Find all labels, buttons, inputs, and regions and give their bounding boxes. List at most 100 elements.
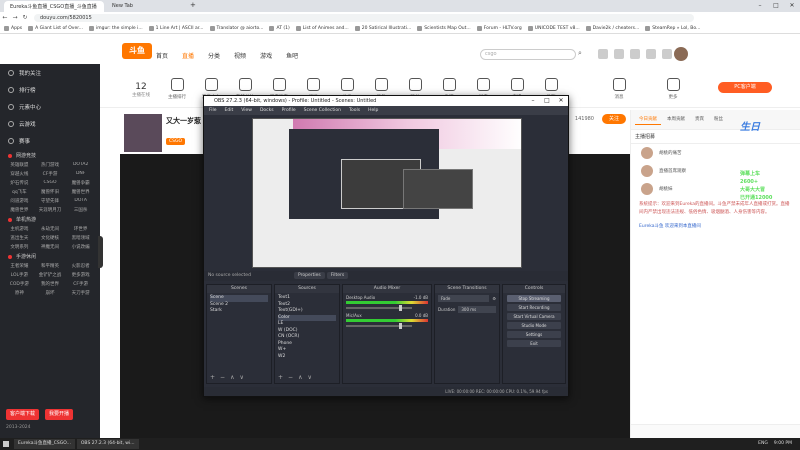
minimize-icon[interactable]: – [526,96,540,106]
game-link[interactable]: 逃出生天 [4,235,35,241]
bookmark[interactable]: Scientists Map Out... [417,25,471,31]
scene-item[interactable]: Stark [210,308,268,315]
category-item[interactable]: 消息 [606,78,632,100]
game-link[interactable]: 热门游戏 [35,162,66,168]
category-item[interactable]: 更多 [660,78,686,100]
tab-vip[interactable]: 贵宾 [691,114,708,125]
nav-games[interactable]: 游戏 [260,51,272,60]
obs-preview[interactable] [252,118,522,268]
new-tab-button[interactable]: + [188,1,200,12]
bookmark[interactable]: Translator @ aiorto... [209,25,263,31]
transition-select[interactable]: Fade [438,295,490,302]
up-icon[interactable]: ∧ [298,374,302,381]
tab-new[interactable]: New Tab [106,1,186,12]
bookmark[interactable]: imgur: the simple i... [88,25,143,31]
down-icon[interactable]: ∨ [239,374,243,381]
maximize-icon[interactable]: □ [768,0,784,12]
bookmark[interactable]: 1 Line Art | ASCII ar... [148,25,204,31]
menu-docks[interactable]: Docks [260,106,274,115]
game-link[interactable]: CF手游 [65,281,96,287]
sidebar-collapse-handle[interactable] [98,236,103,268]
menu-edit[interactable]: Edit [225,106,234,115]
game-link[interactable]: COD手游 [4,281,35,287]
up-icon[interactable]: ∧ [230,374,234,381]
game-link[interactable]: 魔兽世界 [4,207,35,213]
game-link[interactable]: 魔兽争霸 [65,180,96,186]
game-link[interactable]: 天刀手游 [65,290,96,296]
nav-home[interactable]: 首页 [156,51,168,60]
bookmark[interactable]: SteamRep » Lol, Bo... [645,25,700,31]
bookmark[interactable]: Forum - HLTV.org [476,25,522,31]
down-icon[interactable]: ∨ [307,374,311,381]
minimize-icon[interactable]: – [752,0,768,12]
game-link[interactable]: LOL手游 [4,272,35,278]
game-link[interactable]: 火影忍者 [65,263,96,269]
download-icon[interactable] [646,49,656,59]
game-link[interactable]: 原神 [4,290,35,296]
menu-scene-collection[interactable]: Scene Collection [304,106,341,115]
stop-streaming-button[interactable]: Stop Streaming [507,295,561,302]
game-link[interactable]: 环世界 [65,226,96,232]
language-indicator[interactable]: ENG [758,438,768,450]
game-link[interactable]: 神魔无间 [35,244,66,250]
game-link[interactable]: CSGO [35,180,66,186]
url-field[interactable]: douyu.com/5820015 [34,13,694,22]
start-recording-button[interactable]: Start Recording [507,304,561,311]
tab-douyu[interactable]: Eureka斗鱼直播_CSGO直播_斗鱼直播 [4,1,104,12]
menu-view[interactable]: View [241,106,252,115]
sidebar-item-element[interactable]: 元素中心 [0,98,100,115]
bookmark[interactable]: AT (1) [269,25,290,31]
game-link[interactable]: 英雄联盟 [4,162,35,168]
bookmark[interactable]: Davie2k / cheaters... [585,25,639,31]
follow-count[interactable]: 12 主播在线 [132,82,150,98]
game-link[interactable]: 魔兽怀旧 [35,189,66,195]
tab-week[interactable]: 本周贡献 [663,114,689,125]
streamer-avatar[interactable] [124,114,162,152]
volume-slider[interactable] [346,305,412,311]
search-icon[interactable]: ⌕ [578,49,588,60]
game-link[interactable]: 崩坏 [35,290,66,296]
history-icon[interactable] [598,49,608,59]
maximize-icon[interactable]: □ [540,96,554,106]
search-input[interactable]: csgo [480,49,576,60]
add-icon[interactable]: + [278,374,283,381]
game-link[interactable]: 主机游戏 [4,226,35,232]
start-live-button[interactable]: 我要开播 [45,409,74,420]
game-link[interactable]: 天涯明月刀 [35,207,66,213]
remove-icon[interactable]: − [220,374,225,381]
back-icon[interactable]: ← [0,14,10,21]
bookmark[interactable]: 20 Satirical Illustrati... [354,25,411,31]
nav-video[interactable]: 视频 [234,51,246,60]
game-link[interactable]: 穿越火线 [4,171,35,177]
game-link[interactable]: 永劫无间 [35,226,66,232]
reload-icon[interactable]: ↻ [20,14,30,21]
gear-icon[interactable]: ⚙ [492,296,496,301]
add-icon[interactable]: + [210,374,215,381]
game-link[interactable]: 魔兽世界 [65,189,96,195]
settings-button[interactable]: Settings [507,331,561,338]
rank-row[interactable]: 胡桃的痛苦 [631,144,800,162]
tab-today[interactable]: 今日贡献 [635,114,661,125]
nav-category[interactable]: 分类 [208,51,220,60]
bookmark[interactable]: A Giant List of Over... [28,25,83,31]
source-item[interactable]: W2 [278,354,336,361]
game-link[interactable]: 问道游戏 [4,198,35,204]
site-logo[interactable]: 斗鱼 [122,43,152,59]
close-icon[interactable]: ✕ [554,96,568,106]
sidebar-item-events[interactable]: 赛事 [0,132,100,149]
menu-tools[interactable]: Tools [349,106,360,115]
live-icon[interactable] [662,49,672,59]
game-link[interactable]: DOTA2 [65,162,96,168]
pc-client-button[interactable]: PC客户端 [718,82,772,93]
game-link[interactable]: 三国杀 [65,207,96,213]
virtual-camera-button[interactable]: Start Virtual Camera [507,313,561,320]
game-link[interactable]: DOTA [65,198,96,204]
bookmark[interactable]: UNICODE TEST v8... [527,25,580,31]
game-link[interactable]: qq飞车 [4,189,35,195]
forward-icon[interactable]: → [10,14,20,21]
game-link[interactable]: 炉石传说 [4,180,35,186]
game-link[interactable]: 金铲铲之战 [35,272,66,278]
menu-help[interactable]: Help [368,106,378,115]
duration-input[interactable]: 300 ms [458,306,496,313]
menu-profile[interactable]: Profile [282,106,296,115]
